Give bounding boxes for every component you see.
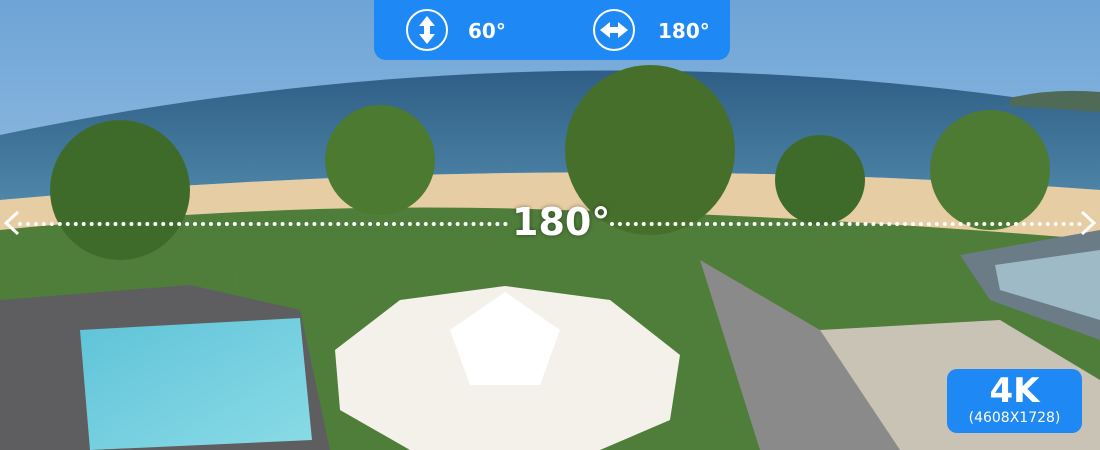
horizontal-fov-value: 180° <box>658 19 710 43</box>
vertical-fov-value: 60° <box>468 19 506 43</box>
resolution-detail: (4608X1728) <box>968 410 1061 426</box>
panorama-angle-label: 180° <box>512 200 611 244</box>
resolution-badge: 4K (4608X1728) <box>947 369 1082 433</box>
chevron-right-icon <box>1080 210 1097 236</box>
horizontal-arrows-icon <box>593 9 635 51</box>
panorama-span-line-left <box>18 222 508 228</box>
resolution-label: 4K <box>989 371 1040 411</box>
vertical-arrows-icon <box>406 9 448 51</box>
panorama-span-line-right <box>610 222 1082 228</box>
fov-indicator-bar: 60° 180° <box>374 0 730 60</box>
